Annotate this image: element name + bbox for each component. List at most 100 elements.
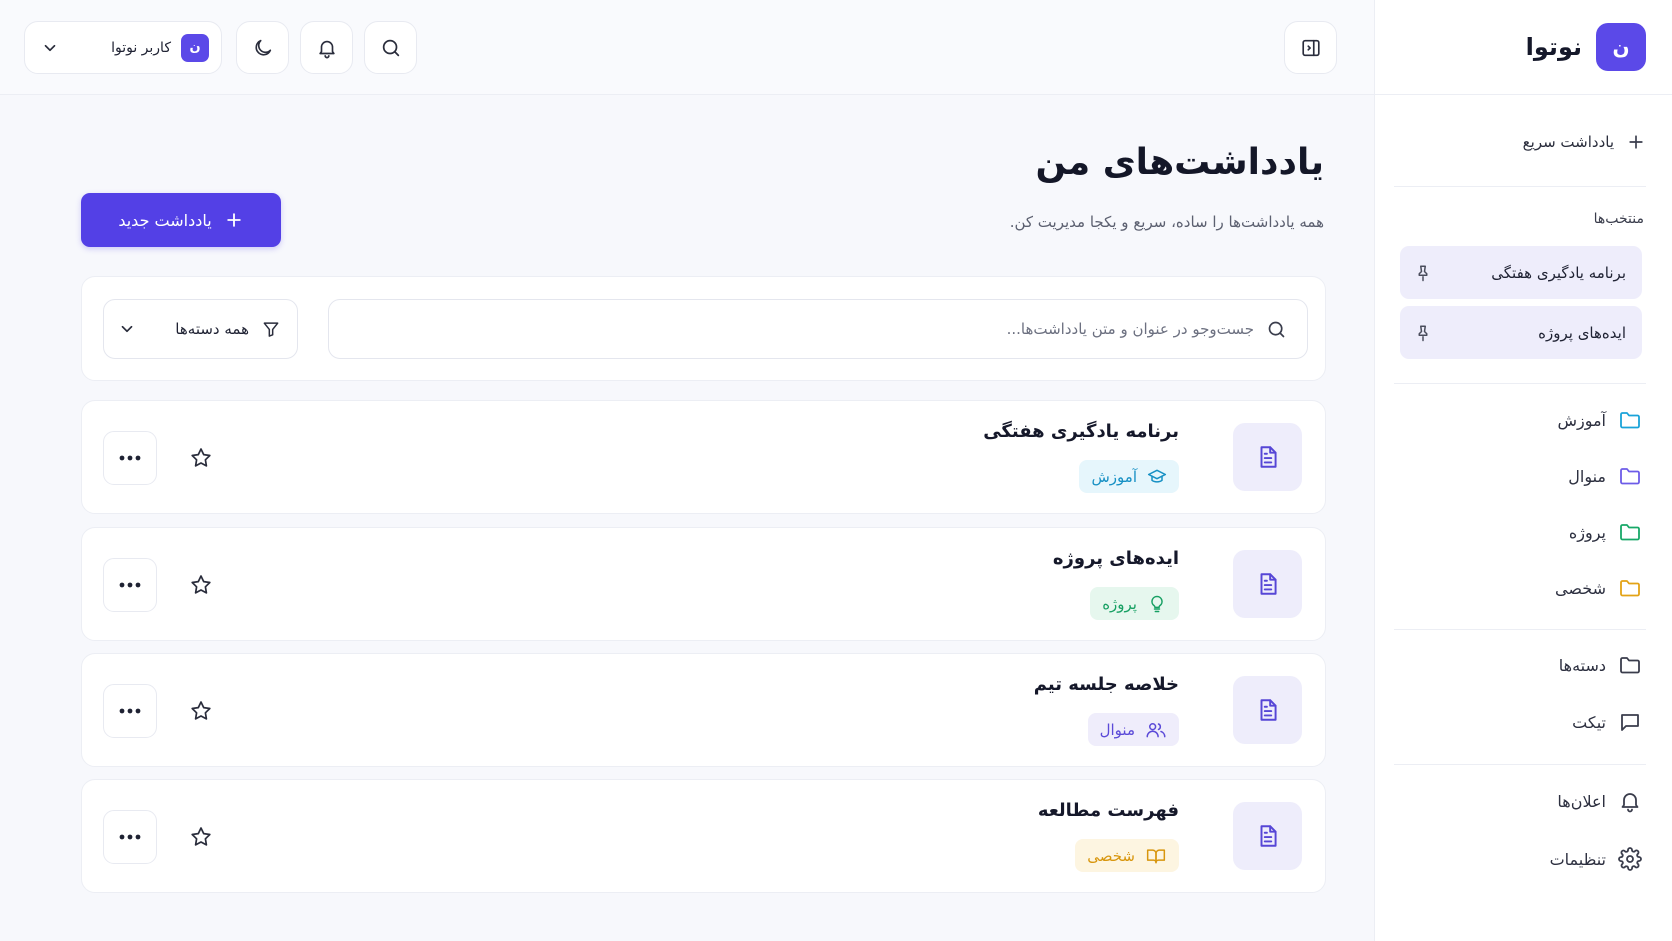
sidebar-folder-project[interactable]: پروژه (1569, 520, 1642, 544)
sidebar: نوتوا ن یادداشت سریع منتخب‌ها برنامه یاد… (1374, 0, 1672, 941)
more-options-button[interactable] (103, 431, 157, 485)
more-options-button[interactable] (103, 684, 157, 738)
note-tag-label: آموزش (1091, 467, 1137, 486)
favorites-label: منتخب‌ها (1593, 211, 1644, 227)
sidebar-item-notifications[interactable]: اعلان‌ها (1557, 789, 1642, 813)
star-icon (189, 573, 213, 597)
graduation-cap-icon (1147, 467, 1167, 487)
sidebar-folder-education[interactable]: آموزش (1557, 408, 1642, 432)
folder-icon (1618, 464, 1642, 488)
pinned-item-project-ideas[interactable]: ایده‌های پروژه (1400, 306, 1642, 359)
note-tag-label: پروژه (1102, 594, 1137, 613)
users-icon (1145, 720, 1167, 740)
favorite-star-button[interactable] (184, 820, 218, 854)
bell-icon (316, 37, 338, 59)
category-filter-value: همه دسته‌ها (175, 319, 281, 339)
divider (1394, 764, 1646, 765)
note-card[interactable]: فهرست مطالعه شخصی (81, 779, 1326, 893)
sidebar-item-ticket[interactable]: تیکت (1572, 710, 1642, 734)
user-info: کاربر نوتوا ن (111, 33, 209, 62)
sidebar-item-categories[interactable]: دسته‌ها (1559, 653, 1642, 677)
more-dots-icon (119, 455, 141, 461)
filter-panel: همه دسته‌ها (81, 276, 1326, 381)
moon-icon (252, 37, 274, 59)
sidebar-folder-label: پروژه (1568, 522, 1606, 542)
category-filter-label: همه دسته‌ها (175, 320, 249, 338)
sidebar-item-settings[interactable]: تنظیمات (1550, 847, 1642, 871)
sidebar-toggle-button[interactable] (1284, 21, 1337, 74)
document-icon (1233, 802, 1302, 870)
page-subtitle: همه یادداشت‌ها را ساده، سریع و یکجا مدیر… (1009, 213, 1324, 231)
search-input[interactable] (329, 300, 1254, 358)
folder-icon (1618, 653, 1642, 677)
sidebar-item-label: دسته‌ها (1558, 655, 1606, 675)
note-tag-label: منوال (1099, 720, 1135, 739)
folder-icon (1618, 576, 1642, 600)
note-card[interactable]: خلاصه جلسه تیم منوال (81, 653, 1326, 767)
note-tag[interactable]: پروژه (1090, 587, 1179, 620)
brand-name: نوتوا (1525, 33, 1582, 61)
sidebar-item-label: تنظیمات (1549, 849, 1606, 869)
note-tag[interactable]: شخصی (1075, 839, 1179, 872)
folder-icon (1618, 408, 1642, 432)
dark-mode-toggle[interactable] (236, 21, 289, 74)
quick-note-button[interactable]: یادداشت سریع (1523, 132, 1646, 152)
pin-icon (1414, 324, 1432, 342)
note-title: خلاصه جلسه تیم (1033, 674, 1179, 695)
user-menu-button[interactable]: کاربر نوتوا ن (24, 21, 222, 74)
star-icon (189, 825, 213, 849)
note-tag[interactable]: آموزش (1079, 460, 1179, 493)
book-icon (1145, 846, 1167, 866)
new-note-button[interactable]: یادداشت جدید (81, 193, 281, 247)
divider (1394, 186, 1646, 187)
sidebar-folder-personal[interactable]: شخصی (1555, 576, 1642, 600)
sidebar-folder-label: منوال (1568, 466, 1606, 486)
pin-icon (1414, 264, 1432, 282)
sidebar-folder-label: شخصی (1555, 578, 1606, 598)
more-dots-icon (119, 582, 141, 588)
divider (1394, 629, 1646, 630)
note-tag-label: شخصی (1087, 846, 1135, 865)
gear-icon (1618, 847, 1642, 871)
plus-icon (1626, 132, 1646, 152)
sidebar-folder-manual[interactable]: منوال (1568, 464, 1642, 488)
note-card[interactable]: برنامه یادگیری هفتگی آموزش (81, 400, 1326, 514)
avatar: ن (181, 33, 209, 62)
search-button[interactable] (364, 21, 417, 74)
more-dots-icon (119, 834, 141, 840)
note-title: ایده‌های پروژه (1052, 548, 1179, 569)
pinned-item-weekly-plan[interactable]: برنامه یادگیری هفتگی (1400, 246, 1642, 299)
note-title: فهرست مطالعه (1037, 800, 1179, 821)
topbar: کاربر نوتوا ن (0, 0, 1374, 95)
sidebar-folder-label: آموزش (1557, 410, 1606, 430)
brand-logo: ن (1596, 23, 1646, 71)
note-tag[interactable]: منوال (1087, 713, 1179, 746)
search-icon (380, 37, 402, 59)
favorite-star-button[interactable] (184, 568, 218, 602)
plus-icon (224, 210, 244, 230)
notifications-button[interactable] (300, 21, 353, 74)
document-icon (1233, 676, 1302, 744)
document-icon (1233, 550, 1302, 618)
filter-icon (261, 319, 281, 339)
divider (1394, 383, 1646, 384)
new-note-label: یادداشت جدید (118, 210, 212, 230)
star-icon (189, 446, 213, 470)
more-dots-icon (119, 708, 141, 714)
search-field[interactable] (328, 299, 1308, 359)
category-filter-select[interactable]: همه دسته‌ها (103, 299, 298, 359)
favorite-star-button[interactable] (184, 441, 218, 475)
sidebar-item-label: اعلان‌ها (1557, 791, 1606, 811)
note-title: برنامه یادگیری هفتگی (983, 421, 1179, 442)
chevron-down-icon (41, 39, 59, 57)
favorite-star-button[interactable] (184, 694, 218, 728)
note-card[interactable]: ایده‌های پروژه پروژه (81, 527, 1326, 641)
chat-icon (1618, 710, 1642, 734)
bell-icon (1618, 789, 1642, 813)
lightbulb-icon (1147, 594, 1167, 614)
page-title: یادداشت‌های من (1035, 142, 1324, 183)
user-name: کاربر نوتوا (111, 39, 171, 56)
sidebar-item-label: تیکت (1572, 712, 1606, 732)
more-options-button[interactable] (103, 558, 157, 612)
more-options-button[interactable] (103, 810, 157, 864)
